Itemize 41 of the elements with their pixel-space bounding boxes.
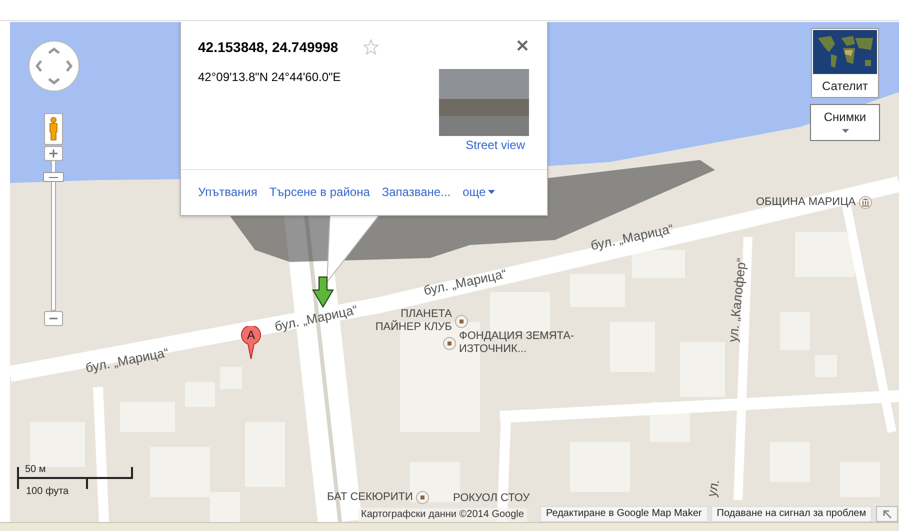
map-attribution: Картографски данни ©2014 Google (358, 508, 527, 522)
action-link[interactable]: Упътвания (198, 185, 258, 199)
pan-control[interactable] (28, 40, 80, 92)
scale-metric: 50 м (25, 464, 46, 475)
street-label: ул. „Калофер“ (725, 257, 749, 343)
place-label: ПЛАНЕТА ПАЙНЕР КЛУБ (374, 308, 452, 334)
minus-icon (49, 317, 58, 320)
street-view-link[interactable]: Street view (466, 138, 525, 152)
pegman-icon (49, 117, 58, 141)
action-link[interactable]: Запазване... (382, 185, 451, 199)
footer-link[interactable]: Редактиране в Google Map Maker (540, 506, 708, 522)
street-label: бул. „Марица“ (84, 344, 170, 376)
more-menu[interactable]: още (462, 185, 495, 199)
street-label: ул. (704, 478, 722, 498)
imagery-dropdown[interactable]: Снимки (810, 104, 880, 141)
action-link[interactable]: Търсене в района (269, 185, 370, 199)
map-pin[interactable]: A (240, 326, 262, 360)
caret-icon (842, 129, 848, 133)
place-label: ФОНДАЦИЯ ЗЕМЯТА-ИЗТОЧНИК... (459, 330, 576, 356)
street-label: бул. „Марица“ (589, 220, 675, 254)
footer-link[interactable]: Подаване на сигнал за проблем (710, 506, 872, 522)
building (795, 232, 855, 277)
star-icon[interactable] (363, 39, 379, 55)
zoom-in-button[interactable] (44, 146, 63, 161)
satellite-button[interactable]: Сателит (811, 28, 879, 98)
caret-icon (488, 190, 495, 194)
zoom-out-button[interactable] (44, 311, 63, 326)
scale-imperial: 100 фута (26, 486, 69, 497)
zoom-slider-thumb[interactable] (43, 172, 64, 182)
building (632, 250, 685, 278)
coordinates-title: 42.153848, 24.749998 (198, 39, 338, 55)
place-label: БАТ СЕКЮРИТИ (327, 491, 413, 504)
place-label: ОБЩИНА МАРИЦА (756, 196, 856, 209)
place-label: РОКУОЛ СТОУ (453, 492, 530, 505)
plus-icon (49, 149, 58, 158)
street-label: бул. „Марица“ (273, 302, 359, 334)
street-label: бул. „Марица“ (422, 266, 508, 298)
pegman-button[interactable] (44, 113, 63, 145)
coordinates-text: 42°09'13.8"N 24°44'60.0"E (198, 70, 341, 84)
close-icon[interactable] (516, 39, 529, 52)
collapse-icon[interactable] (876, 506, 898, 522)
